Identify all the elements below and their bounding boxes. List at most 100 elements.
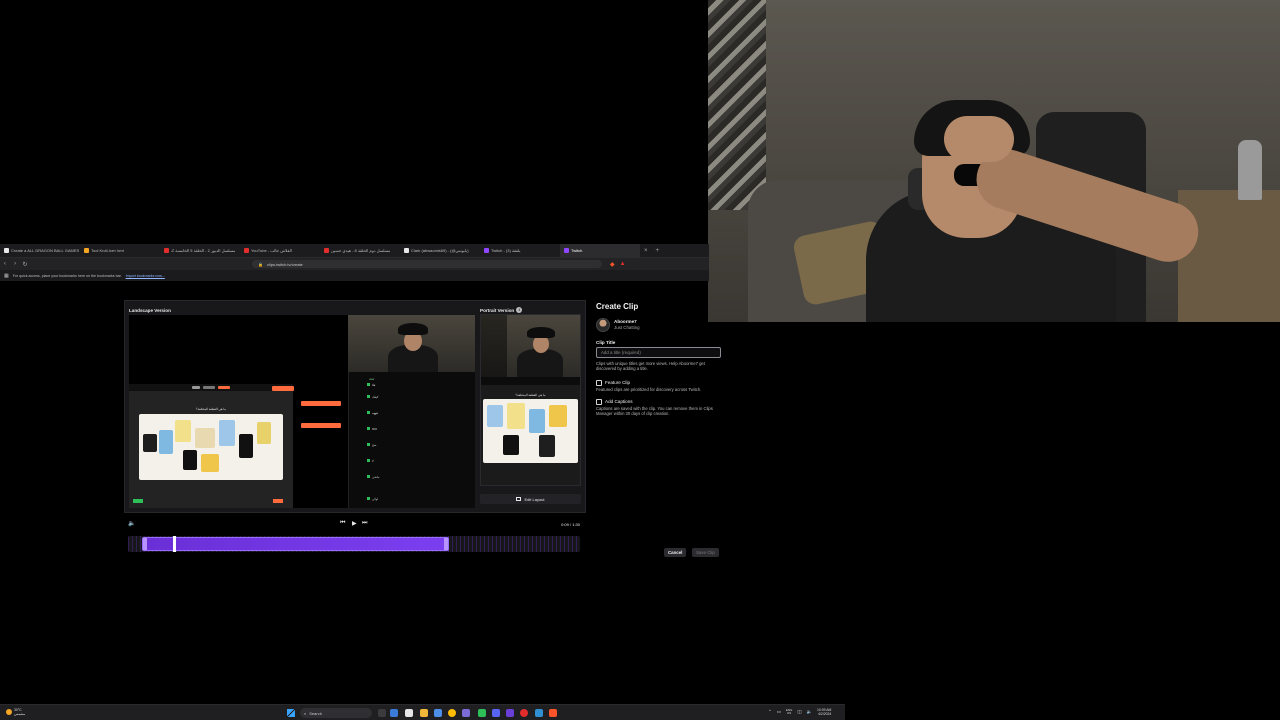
tab-label: مسلسل الدبور 2 - الحلقة 5 الخامسة كـ xyxy=(171,248,236,253)
chat-line: هههه xyxy=(367,411,378,415)
landscape-game-capture: ما هي القطعة المختلفة؟ xyxy=(129,384,293,508)
windows-start-icon[interactable] xyxy=(287,709,295,717)
chrome-icon[interactable] xyxy=(448,709,456,717)
app-icon[interactable] xyxy=(390,709,398,717)
edit-layout-button[interactable]: Edit Layout xyxy=(480,494,581,504)
back-icon[interactable]: ‹ xyxy=(0,261,10,267)
url-field[interactable]: 🔒 clips.twitch.tv/create xyxy=(252,260,602,268)
browser-tab[interactable]: مسلسل الدبور 2 - الحلقة 5 الخامسة كـ xyxy=(160,244,240,258)
import-bookmarks-link[interactable]: Import bookmarks now... xyxy=(126,274,165,278)
tab-favicon-icon xyxy=(244,248,249,253)
add-captions-label[interactable]: Add Captions xyxy=(605,399,633,404)
rewards-icon[interactable]: ▲ xyxy=(620,261,626,268)
browser-tab[interactable]: Create a ALL DRAGON BALL GAMES xyxy=(0,244,80,258)
task-view-icon[interactable] xyxy=(378,709,386,717)
weather-widget[interactable]: 30°C مشمس xyxy=(6,708,25,716)
feature-clip-label[interactable]: Feature Clip xyxy=(605,380,630,385)
chevron-up-icon[interactable]: ⌃ xyxy=(768,709,772,715)
clip-title-input[interactable] xyxy=(596,347,721,358)
selection-end-handle[interactable] xyxy=(443,538,448,550)
discord-icon[interactable] xyxy=(462,709,470,717)
extensions-area: ◆ ▲ xyxy=(610,261,626,268)
brave-shield-icon[interactable]: ◆ xyxy=(610,261,615,268)
tab-label: Create a ALL DRAGON BALL GAMES xyxy=(11,248,80,253)
info-icon[interactable]: i xyxy=(516,307,523,313)
chat-line: 600 xyxy=(367,427,377,431)
app-icon[interactable] xyxy=(405,709,413,717)
tab-label: Twitch xyxy=(571,248,583,253)
language-indicator[interactable]: ENG US xyxy=(786,708,793,716)
lock-icon: 🔒 xyxy=(258,261,263,267)
search-icon: ⌕ xyxy=(304,710,307,716)
game-orange-badge xyxy=(273,499,283,503)
tab-favicon-icon xyxy=(84,248,89,253)
browser-tab-bar: Create a ALL DRAGON BALL GAMES Tool Kroll… xyxy=(0,243,709,258)
app-icon[interactable] xyxy=(478,709,486,717)
taskbar-search[interactable]: ⌕ Search xyxy=(300,708,372,718)
tab-favicon-icon xyxy=(4,248,9,253)
clock[interactable]: 10:09 AM 4/2/2024 xyxy=(817,708,831,716)
new-tab-icon[interactable]: + xyxy=(652,248,664,254)
mini-hat xyxy=(398,323,428,335)
edit-layout-label: Edit Layout xyxy=(524,496,545,502)
clip-selection[interactable] xyxy=(141,537,449,551)
stream-canvas: Create a ALL DRAGON BALL GAMES Tool Kroll… xyxy=(0,0,1280,720)
tab-label: Clark (abwaomis69) - (@بابونس) xyxy=(411,248,469,253)
steam-icon[interactable] xyxy=(535,709,543,717)
skip-forward-icon[interactable]: ⏭ xyxy=(362,520,367,527)
clip-timeline[interactable] xyxy=(128,536,580,552)
url-text: clips.twitch.tv/create xyxy=(266,261,303,267)
clip-editor: Landscape Version Portrait Version i ما … xyxy=(124,300,586,513)
skip-back-icon[interactable]: ⏮ xyxy=(340,520,345,527)
feature-clip-checkbox[interactable] xyxy=(596,380,602,386)
browser-tab[interactable]: Clark (abwaomis69) - (@بابونس) xyxy=(400,244,480,258)
bottle xyxy=(1238,140,1262,200)
add-captions-checkbox[interactable] xyxy=(596,399,602,405)
layout-icon xyxy=(516,497,522,501)
bookmarks-icon: ▦ xyxy=(4,272,9,279)
browser-tab[interactable]: مسلسل دوم الحلقة 8 - هيدي حسين xyxy=(320,244,400,258)
app-icon[interactable] xyxy=(492,709,500,717)
volume-tray-icon[interactable]: 🔈 xyxy=(807,709,812,715)
bookmarks-bar: ▦ For quick access, place your bookmarks… xyxy=(0,270,709,281)
selection-start-handle[interactable] xyxy=(142,538,147,550)
landscape-webcam xyxy=(348,315,475,372)
clip-title-help: Clips with unique titles get more views.… xyxy=(596,361,705,372)
obs-icon[interactable] xyxy=(520,709,528,717)
streamer-hand xyxy=(944,116,1014,162)
cancel-button[interactable]: Cancel xyxy=(664,548,687,557)
portrait-game: ما هي القطعة المختلفة؟ xyxy=(481,385,580,485)
playhead[interactable] xyxy=(173,536,177,552)
save-clip-button[interactable]: Save Clip xyxy=(692,548,719,557)
display-icon[interactable]: ▭ xyxy=(777,709,781,715)
clock-date: 4/2/2024 xyxy=(818,712,832,717)
tab-label: مسلسل دوم الحلقة 8 - هيدي حسين xyxy=(331,248,391,253)
browser-tab[interactable]: Tool Kroll-Iceт hmt xyxy=(80,244,160,258)
volume-icon[interactable]: 🔈 xyxy=(128,520,135,527)
clip-title-label: Clip Title xyxy=(596,340,616,345)
app-icon[interactable] xyxy=(506,709,514,717)
forward-icon[interactable]: › xyxy=(10,261,20,267)
file-explorer-icon[interactable] xyxy=(420,709,428,717)
browser-tab[interactable]: YouTube - الفلاش جالب xyxy=(240,244,320,258)
brave-icon[interactable] xyxy=(549,709,557,717)
tab-label: Tool Kroll-Iceт hmt xyxy=(91,248,124,253)
store-icon[interactable] xyxy=(434,709,442,717)
play-icon[interactable]: ▶ xyxy=(352,520,357,527)
quiz-question: ما هي القطعة المختلفة؟ xyxy=(196,407,226,411)
reload-icon[interactable]: ↻ xyxy=(20,261,30,268)
tab-favicon-icon xyxy=(324,248,329,253)
network-icon[interactable]: ◫ xyxy=(797,709,801,715)
game-toolbar xyxy=(129,384,293,391)
chat-line: اوكي xyxy=(367,497,378,501)
portrait-label: Portrait Version xyxy=(480,307,515,313)
clothing-board xyxy=(483,399,578,463)
mini-hat xyxy=(527,327,555,338)
tab-favicon-icon xyxy=(564,248,569,253)
search-placeholder: Search xyxy=(309,710,322,716)
browser-tab[interactable]: Twitch xyxy=(560,243,640,258)
game-orange-button xyxy=(272,386,294,391)
close-tab-icon[interactable]: × xyxy=(640,248,652,254)
category-name: Just Chatting xyxy=(614,325,640,330)
browser-tab[interactable]: Twitch - (3) بلفقة xyxy=(480,244,560,258)
